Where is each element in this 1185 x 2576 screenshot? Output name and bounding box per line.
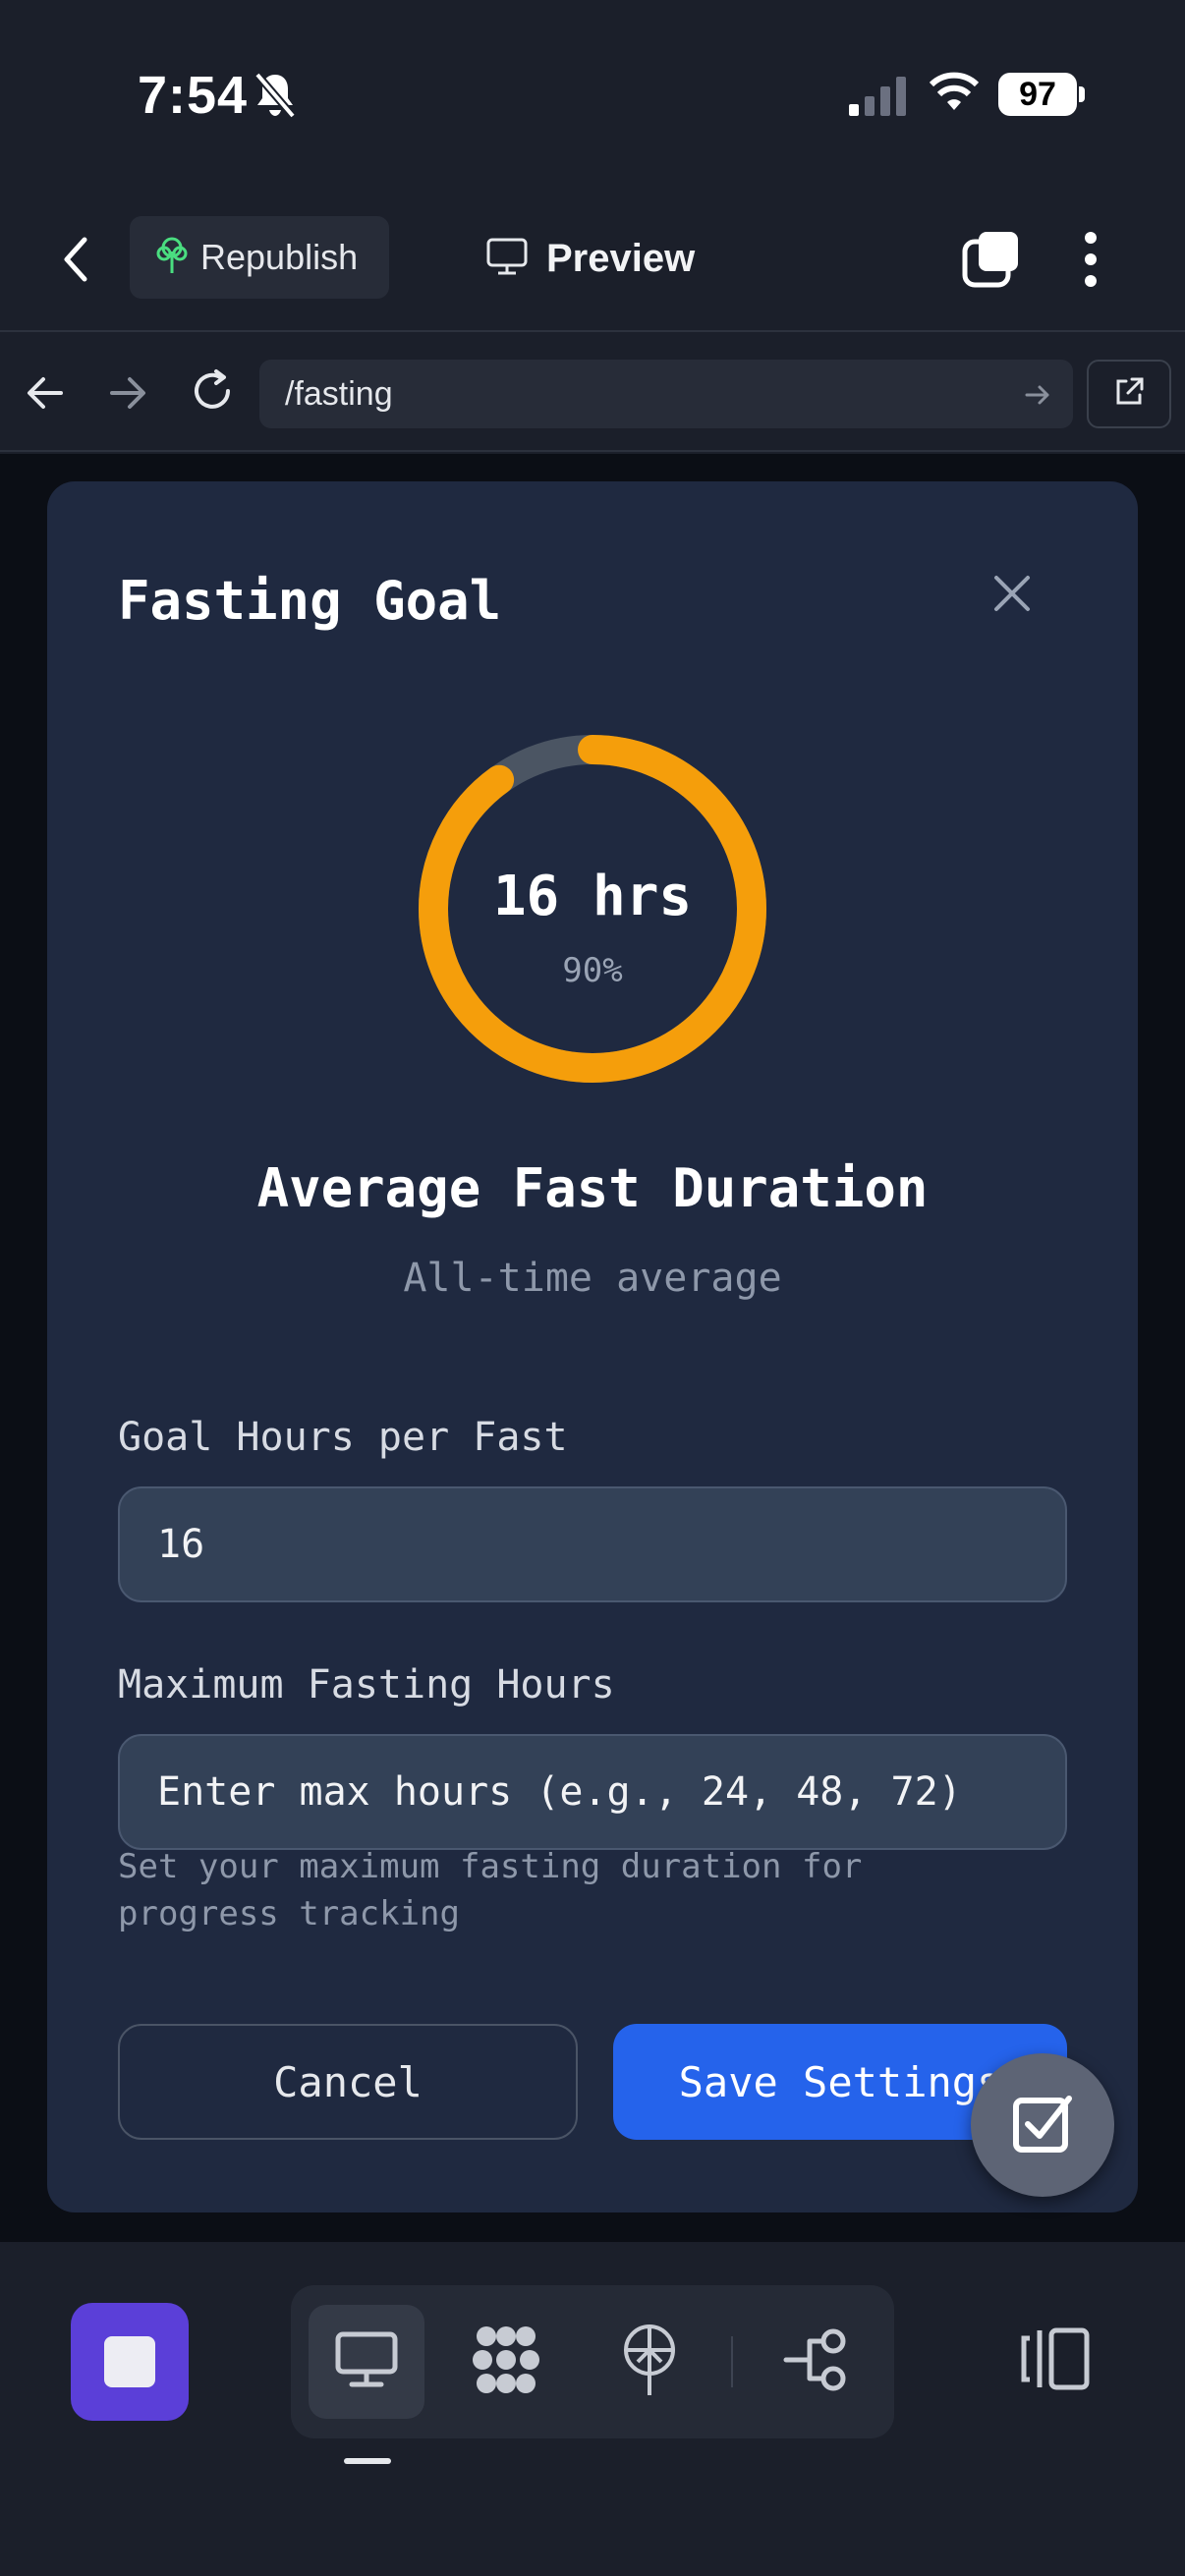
- max-hours-help: Set your maximum fasting duration for pr…: [118, 1847, 863, 1933]
- apps-button[interactable]: [448, 2305, 564, 2419]
- max-hours-label: Maximum Fasting Hours: [118, 1662, 615, 1708]
- apps-grid-icon: [469, 2323, 543, 2402]
- fasting-goal-modal: Fasting Goal 16 hrs 90% Average Fast Dur…: [47, 481, 1138, 2212]
- average-duration-title: Average Fast Duration: [256, 1157, 929, 1219]
- preview-button[interactable]: Preview: [485, 224, 695, 293]
- url-path: /fasting: [285, 374, 393, 413]
- page-content: Fasting Goal 16 hrs 90% Average Fast Dur…: [0, 454, 1185, 2242]
- tool-divider: [731, 2336, 733, 2387]
- max-hours-input[interactable]: Enter max hours (e.g., 24, 48, 72): [118, 1734, 1067, 1850]
- ring-hours-value: 16 hrs: [492, 865, 693, 928]
- go-arrow-icon[interactable]: [1024, 381, 1051, 414]
- average-duration-subtitle: All-time average: [403, 1256, 782, 1301]
- bell-muted-icon: [254, 71, 297, 125]
- close-icon[interactable]: [992, 574, 1032, 618]
- active-tool-indicator: [344, 2458, 391, 2464]
- checkbox-fab[interactable]: [971, 2053, 1114, 2197]
- integrations-icon: [782, 2327, 851, 2397]
- tool-group: [291, 2285, 894, 2438]
- goal-hours-input[interactable]: 16: [118, 1486, 1067, 1602]
- wifi-icon: [928, 71, 981, 119]
- app-stop-button[interactable]: [71, 2303, 189, 2421]
- republish-button[interactable]: Republish: [130, 216, 389, 299]
- cellular-signal-icon: [849, 77, 908, 121]
- preview-label: Preview: [546, 236, 696, 280]
- url-field[interactable]: /fasting: [259, 360, 1073, 428]
- battery-tip: [1079, 86, 1085, 102]
- bottom-bar: [0, 2242, 1185, 2576]
- checkbox-icon: [1010, 2091, 1075, 2160]
- back-chevron-icon[interactable]: [61, 236, 90, 288]
- arrow-left-icon[interactable]: [24, 371, 67, 420]
- ring-percent-value: 90%: [562, 951, 623, 990]
- status-bar: 7:54 97: [0, 0, 1185, 187]
- open-external-button[interactable]: [1087, 360, 1171, 428]
- status-time: 7:54: [138, 66, 249, 125]
- editor-toolbar: Republish Preview: [0, 187, 1185, 332]
- republish-label: Republish: [200, 237, 359, 277]
- modal-title: Fasting Goal: [118, 570, 502, 632]
- tabs-icon[interactable]: [961, 228, 1022, 294]
- arrow-right-icon[interactable]: [106, 371, 149, 420]
- integrations-button[interactable]: [759, 2305, 875, 2419]
- more-options-icon[interactable]: [1083, 230, 1099, 294]
- desktop-icon: [334, 2330, 399, 2394]
- tree-icon: [155, 236, 189, 280]
- monitor-icon: [485, 237, 529, 281]
- url-bar: /fasting: [0, 334, 1185, 452]
- external-link-icon: [1112, 375, 1146, 414]
- desktop-view-button[interactable]: [309, 2305, 424, 2419]
- side-panel-icon[interactable]: [1018, 2326, 1091, 2396]
- stop-square-icon: [104, 2336, 155, 2387]
- goal-hours-label: Goal Hours per Fast: [118, 1415, 568, 1460]
- battery-indicator: 97: [998, 73, 1077, 116]
- cancel-button[interactable]: Cancel: [118, 2024, 578, 2140]
- reload-icon[interactable]: [189, 367, 236, 420]
- deploy-button[interactable]: [592, 2305, 707, 2419]
- deploy-icon: [620, 2323, 679, 2402]
